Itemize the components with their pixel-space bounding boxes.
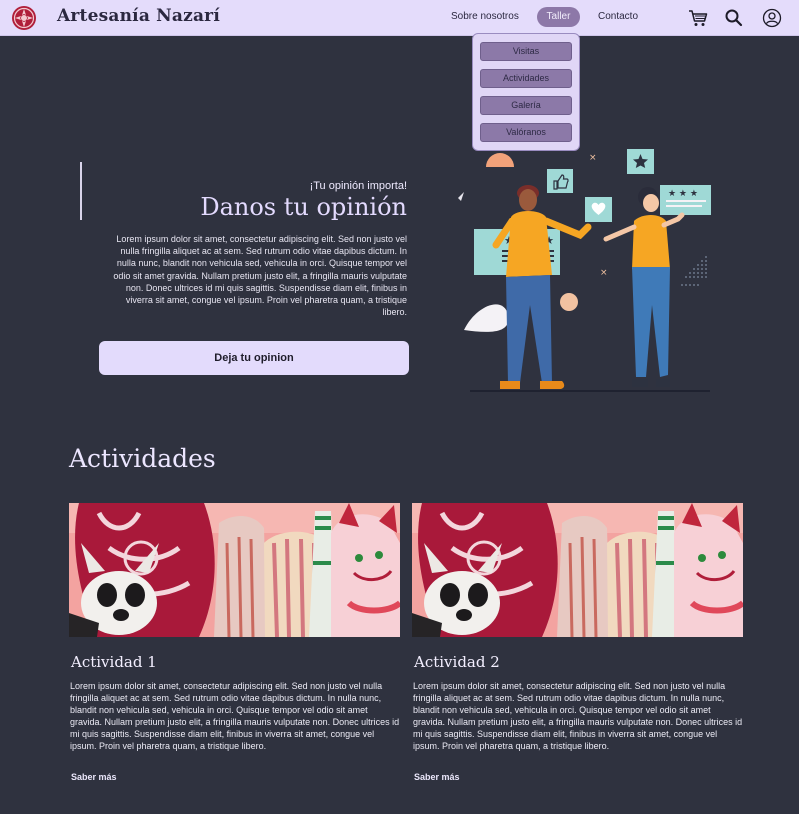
activity-image[interactable] <box>69 503 400 637</box>
svg-text:×: × <box>589 153 597 163</box>
svg-text:★ ★ ★: ★ ★ ★ <box>668 189 698 199</box>
cart-icon[interactable] <box>688 8 708 28</box>
leave-opinion-button[interactable]: Deja tu opinion <box>99 341 409 375</box>
dropdown-item-galeria[interactable]: Galería <box>480 96 572 115</box>
hero-accent-line <box>80 162 82 220</box>
hero-kicker: ¡Tu opinión importa! <box>309 180 407 192</box>
dropdown-item-actividades[interactable]: Actividades <box>480 69 572 88</box>
user-icon[interactable] <box>762 8 782 28</box>
feedback-illustration: × × ★ ★ ★ ★ ★ ★ ★ <box>458 149 711 392</box>
activity-read-more-link[interactable]: Saber más <box>71 772 117 782</box>
activity-description: Lorem ipsum dolor sit amet, consectetur … <box>413 681 743 752</box>
activity-title: Actividad 1 <box>71 653 157 671</box>
activities-title: Actividades <box>69 444 216 473</box>
activity-read-more-link[interactable]: Saber más <box>414 772 460 782</box>
hero-title: Danos tu opinión <box>200 193 407 221</box>
activity-card: Actividad 1 Lorem ipsum dolor sit amet, … <box>69 503 400 782</box>
svg-text:×: × <box>600 268 608 278</box>
brand-name[interactable]: Artesanía Nazarí <box>57 6 220 26</box>
activity-card: Actividad 2 Lorem ipsum dolor sit amet, … <box>412 503 743 782</box>
dropdown-item-visitas[interactable]: Visitas <box>480 42 572 61</box>
nav-link-taller[interactable]: Taller <box>537 7 580 27</box>
dropdown-item-valoranos[interactable]: Valóranos <box>480 123 572 142</box>
brand-logo-icon[interactable] <box>11 5 37 31</box>
hero-description: Lorem ipsum dolor sit amet, consectetur … <box>113 234 407 318</box>
nav-link-contact[interactable]: Contacto <box>598 11 638 22</box>
activity-image[interactable] <box>412 503 743 637</box>
taller-dropdown-menu: Visitas Actividades Galería Valóranos <box>472 33 580 151</box>
activity-title: Actividad 2 <box>414 653 500 671</box>
nav-link-about[interactable]: Sobre nosotros <box>451 11 519 22</box>
activity-description: Lorem ipsum dolor sit amet, consectetur … <box>70 681 400 752</box>
search-icon[interactable] <box>724 8 744 28</box>
top-header: Artesanía Nazarí Sobre nosotros Taller C… <box>0 0 799 36</box>
